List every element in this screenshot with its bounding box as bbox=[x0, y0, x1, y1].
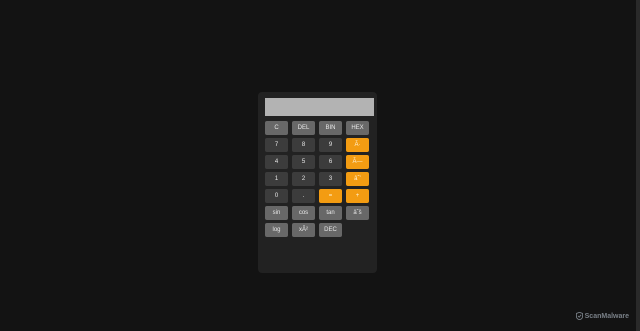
square-root-button[interactable]: âˆš bbox=[346, 206, 369, 220]
equals-button[interactable]: = bbox=[319, 189, 342, 203]
digit-4-button[interactable]: 4 bbox=[265, 155, 288, 169]
clear-button[interactable]: C bbox=[265, 121, 288, 135]
cos-button[interactable]: cos bbox=[292, 206, 315, 220]
calculator-display[interactable] bbox=[265, 98, 374, 116]
multiply-button[interactable]: Ã— bbox=[346, 155, 369, 169]
tan-button[interactable]: tan bbox=[319, 206, 342, 220]
scanmalware-logo-icon bbox=[575, 312, 583, 320]
decimal-button[interactable]: DEC bbox=[319, 223, 342, 237]
add-button[interactable]: + bbox=[346, 189, 369, 203]
delete-button[interactable]: DEL bbox=[292, 121, 315, 135]
decimal-point-button[interactable]: . bbox=[292, 189, 315, 203]
digit-7-button[interactable]: 7 bbox=[265, 138, 288, 152]
square-button[interactable]: xÂ² bbox=[292, 223, 315, 237]
digit-9-button[interactable]: 9 bbox=[319, 138, 342, 152]
digit-5-button[interactable]: 5 bbox=[292, 155, 315, 169]
page: C DEL BIN HEX 7 8 9 Ã· 4 5 6 Ã— 1 2 3 âˆ… bbox=[0, 0, 640, 331]
digit-3-button[interactable]: 3 bbox=[319, 172, 342, 186]
hex-button[interactable]: HEX bbox=[346, 121, 369, 135]
digit-8-button[interactable]: 8 bbox=[292, 138, 315, 152]
digit-0-button[interactable]: 0 bbox=[265, 189, 288, 203]
calculator: C DEL BIN HEX 7 8 9 Ã· 4 5 6 Ã— 1 2 3 âˆ… bbox=[258, 92, 377, 273]
divide-button[interactable]: Ã· bbox=[346, 138, 369, 152]
subtract-button[interactable]: âˆ’ bbox=[346, 172, 369, 186]
digit-6-button[interactable]: 6 bbox=[319, 155, 342, 169]
log-button[interactable]: log bbox=[265, 223, 288, 237]
page-scrollbar[interactable] bbox=[636, 0, 640, 331]
watermark-text: ScanMalware bbox=[584, 312, 629, 320]
sin-button[interactable]: sin bbox=[265, 206, 288, 220]
digit-1-button[interactable]: 1 bbox=[265, 172, 288, 186]
digit-2-button[interactable]: 2 bbox=[292, 172, 315, 186]
binary-button[interactable]: BIN bbox=[319, 121, 342, 135]
scanmalware-watermark: ScanMalware bbox=[575, 311, 629, 321]
